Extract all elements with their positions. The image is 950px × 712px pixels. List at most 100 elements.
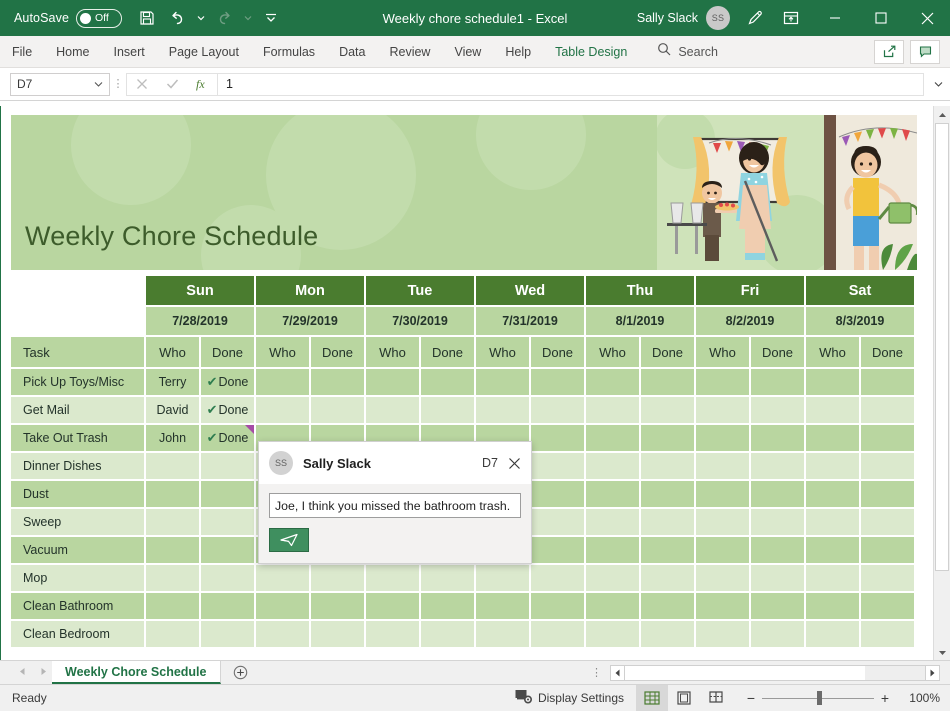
cell-done[interactable] [861,619,916,647]
cell-task[interactable]: Get Mail [11,395,146,423]
horizontal-scroll-thumb[interactable] [625,665,865,680]
cell-done[interactable] [421,591,476,619]
share-icon[interactable] [874,39,904,64]
cell-who[interactable] [146,563,201,591]
cell-task[interactable]: Dinner Dishes [11,451,146,479]
cell-done[interactable] [201,563,256,591]
cell-who[interactable] [586,479,641,507]
cell-who[interactable] [256,395,311,423]
cell-who[interactable] [146,451,201,479]
cell-task[interactable]: Clean Bedroom [11,619,146,647]
cell-done[interactable] [641,507,696,535]
cell-who[interactable] [806,395,861,423]
cell-done[interactable] [311,619,366,647]
scroll-split-handle[interactable]: ⋮ [583,667,610,678]
cell-who[interactable] [586,591,641,619]
cell-task[interactable]: Dust [11,479,146,507]
table-row[interactable]: Pick Up Toys/Misc Terry ✔Done [11,367,916,395]
formula-input[interactable]: 1 [217,72,924,96]
cell-done[interactable] [751,507,806,535]
cell-who[interactable] [696,563,751,591]
cell-who[interactable] [146,535,201,563]
cell-who[interactable] [256,619,311,647]
cell-done[interactable] [751,563,806,591]
search-box[interactable]: Search [657,42,718,61]
scroll-down-icon[interactable] [934,644,950,661]
cell-done[interactable] [861,507,916,535]
cell-done[interactable] [861,367,916,395]
cell-who[interactable] [366,367,421,395]
cell-done[interactable] [641,451,696,479]
ribbon-tab-formulas[interactable]: Formulas [251,36,327,68]
cell-who[interactable] [806,619,861,647]
cell-who[interactable] [366,619,421,647]
cell-who[interactable] [366,563,421,591]
cell-done[interactable] [641,479,696,507]
cell-who[interactable] [146,591,201,619]
cell-done[interactable] [751,451,806,479]
customize-quick-access-icon[interactable] [256,4,286,32]
worksheet-canvas[interactable]: Weekly Chore Schedule Sun Mon Tue Wed Th… [0,106,933,661]
cell-who[interactable] [586,619,641,647]
cell-done[interactable] [641,423,696,451]
cell-who[interactable] [586,507,641,535]
maximize-button[interactable] [858,0,904,36]
zoom-in-button[interactable]: + [874,690,896,706]
vertical-scrollbar[interactable] [933,106,950,661]
cell-done[interactable] [531,507,586,535]
ribbon-tab-file[interactable]: File [0,36,44,68]
vertical-scroll-track[interactable] [934,571,950,644]
cell-done[interactable] [751,367,806,395]
cell-who[interactable] [696,535,751,563]
cell-done[interactable] [421,367,476,395]
cell-done[interactable] [311,591,366,619]
cell-who[interactable] [256,367,311,395]
cell-done[interactable] [531,563,586,591]
cell-who[interactable] [586,451,641,479]
cell-done[interactable]: ✔Done [201,367,256,395]
cell-who[interactable] [586,395,641,423]
cell-done[interactable] [751,619,806,647]
cell-done[interactable] [861,563,916,591]
cell-done[interactable] [861,535,916,563]
cell-who[interactable] [476,619,531,647]
cell-who[interactable] [806,563,861,591]
cell-who[interactable] [806,367,861,395]
cell-done[interactable] [421,563,476,591]
cell-who[interactable] [806,479,861,507]
cell-who[interactable] [586,423,641,451]
table-row[interactable]: Mop [11,563,916,591]
comment-input[interactable] [269,493,521,518]
cell-done[interactable] [861,423,916,451]
cell-who[interactable] [806,591,861,619]
table-row[interactable]: Get Mail David ✔Done [11,395,916,423]
cell-done[interactable] [641,395,696,423]
comment-indicator-icon[interactable] [245,425,254,434]
account-name[interactable]: Sally Slack [637,11,698,25]
cell-who[interactable] [256,591,311,619]
cell-who[interactable] [696,423,751,451]
cell-who[interactable] [256,563,311,591]
ribbon-tab-table-design[interactable]: Table Design [543,36,639,68]
zoom-slider-handle[interactable] [817,691,822,705]
zoom-level-label[interactable]: 100% [896,691,940,705]
previous-sheet-icon[interactable] [18,667,26,678]
close-icon[interactable] [508,457,521,470]
save-icon[interactable] [132,4,162,32]
cell-done[interactable] [311,563,366,591]
cell-done[interactable] [531,367,586,395]
cell-done[interactable] [641,367,696,395]
scroll-left-icon[interactable] [611,665,625,680]
cell-done[interactable] [641,619,696,647]
cell-who[interactable] [586,535,641,563]
cell-task[interactable]: Pick Up Toys/Misc [11,367,146,395]
ink-pen-icon[interactable] [740,3,770,33]
ribbon-tab-view[interactable]: View [442,36,493,68]
ribbon-tab-help[interactable]: Help [493,36,543,68]
table-row[interactable]: Clean Bedroom [11,619,916,647]
cell-who[interactable] [696,619,751,647]
cell-done[interactable] [861,591,916,619]
cell-done[interactable] [531,451,586,479]
cell-done[interactable] [531,591,586,619]
cell-who[interactable] [366,591,421,619]
